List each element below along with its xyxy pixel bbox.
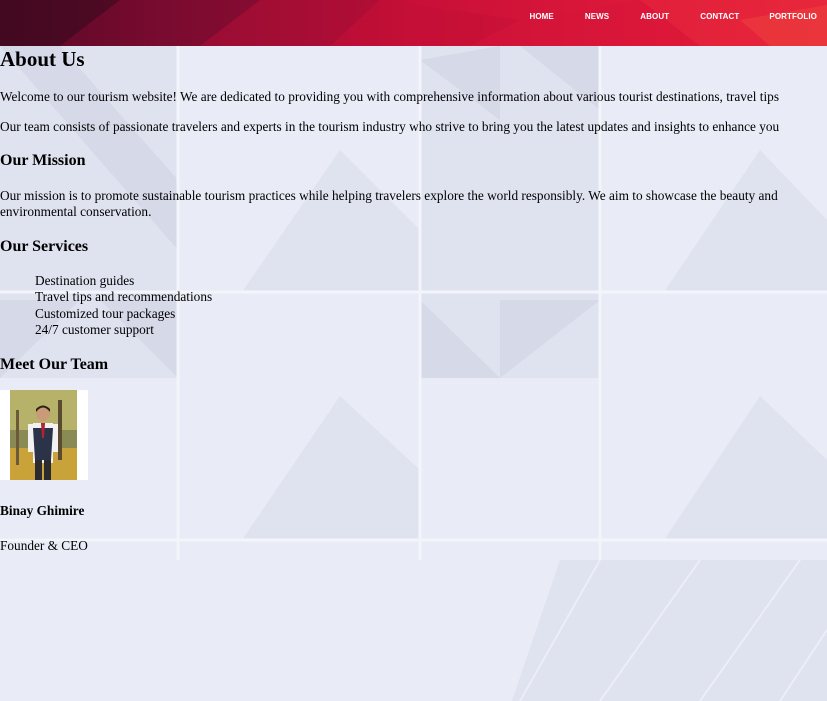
nav-portfolio-link[interactable]: PORTFOLIO [769,12,817,21]
intro-paragraph: Welcome to our tourism website! We are d… [0,89,779,104]
services-list: Destination guides Travel tips and recom… [0,273,212,338]
nav-home-link[interactable]: HOME [529,12,553,21]
list-item: Destination guides [35,273,135,288]
nav-contact-link[interactable]: CONTACT [700,12,739,21]
about-content: About Us Welcome to our tourism website!… [0,46,827,701]
team-member-photo [0,390,88,480]
nav-about-link[interactable]: ABOUT [640,12,669,21]
list-item: Travel tips and recommendations [35,289,213,305]
team-paragraph: Our team consists of passionate traveler… [0,119,780,134]
team-member-name: Binay Ghimire [0,503,85,518]
mission-heading: Our Mission [0,152,86,169]
list-item: 24/7 customer support [35,321,154,337]
team-member-role: Founder & CEO [0,538,88,553]
team-heading: Meet Our Team [0,356,109,373]
services-heading: Our Services [0,238,89,255]
person-photo-icon [10,390,77,480]
main-navigation: HOME NEWS ABOUT CONTACT PORTFOLIO [529,0,827,33]
mission-paragraph-line2: environmental conservation. [0,204,152,219]
page-title: About Us [0,47,85,71]
list-item: Customized tour packages [35,305,176,321]
mission-paragraph-line1: Our mission is to promote sustainable to… [0,188,778,203]
nav-news-link[interactable]: NEWS [585,12,609,21]
